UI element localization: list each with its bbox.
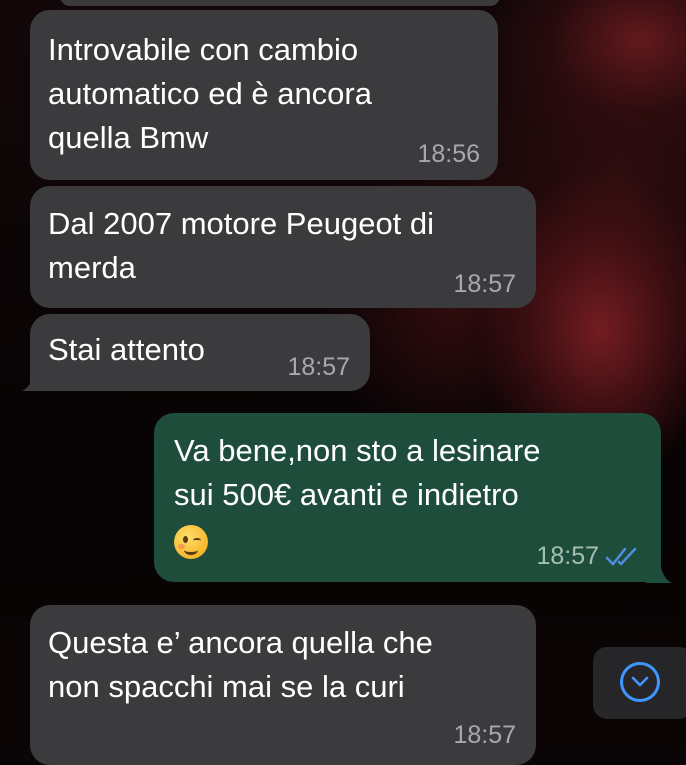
previous-message-bubble-edge[interactable] <box>60 0 500 6</box>
message-timestamp: 18:57 <box>536 542 599 570</box>
incoming-message-bubble[interactable]: Dal 2007 motore Peugeot di merda 18:57 <box>30 186 536 308</box>
message-timestamp: 18:57 <box>287 353 350 381</box>
message-text: Va bene,non sto a lesinare sui 500€ avan… <box>174 433 541 512</box>
read-receipt-double-check-icon <box>605 547 637 566</box>
incoming-bubble-tail <box>22 361 48 391</box>
message-timestamp: 18:57 <box>453 270 516 298</box>
outgoing-message-bubble[interactable]: Va bene,non sto a lesinare sui 500€ avan… <box>154 413 661 582</box>
message-text: Introvabile con cambio automatico ed è a… <box>48 32 372 155</box>
incoming-message-bubble[interactable]: Questa e’ ancora quella che non spacchi … <box>30 605 536 765</box>
incoming-message-bubble[interactable]: Introvabile con cambio automatico ed è a… <box>30 10 498 180</box>
message-text: Dal 2007 motore Peugeot di merda <box>48 206 435 285</box>
outgoing-bubble-tail <box>646 553 672 583</box>
chevron-down-circle-icon <box>620 662 660 702</box>
incoming-message-bubble[interactable]: Stai attento 18:57 <box>30 314 370 391</box>
scroll-to-bottom-button[interactable] <box>593 647 686 719</box>
message-timestamp: 18:57 <box>453 721 516 749</box>
winking-face-emoji-icon <box>174 524 208 559</box>
message-text: Questa e’ ancora quella che non spacchi … <box>48 625 433 704</box>
message-timestamp: 18:56 <box>417 140 480 168</box>
